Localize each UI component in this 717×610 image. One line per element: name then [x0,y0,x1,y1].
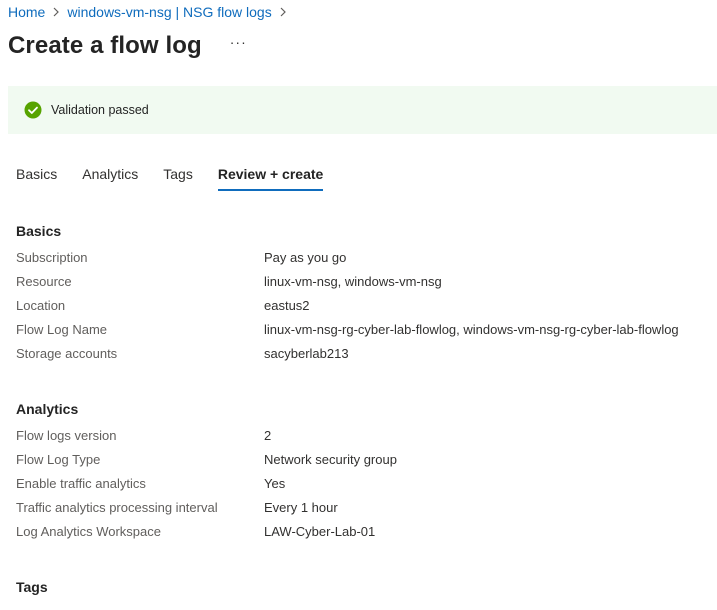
breadcrumb: Home windows-vm-nsg | NSG flow logs [8,3,294,21]
chevron-right-icon [45,3,67,21]
chevron-right-icon [272,3,294,21]
more-options-button[interactable]: ··· [230,35,247,55]
row-label: Flow Log Name [16,322,108,337]
summary-row-resource: Resource linux-vm-nsg, windows-vm-nsg [16,275,679,299]
row-label: Location [16,298,66,313]
check-circle-icon [24,101,42,119]
summary-row-enable-traffic-analytics: Enable traffic analytics Yes [16,477,397,501]
row-label: Log Analytics Workspace [16,524,161,539]
summary-row-flow-logs-version: Flow logs version 2 [16,429,397,453]
tab-analytics[interactable]: Analytics [82,160,138,190]
row-value: eastus2 [264,298,310,313]
section-heading: Basics [16,223,62,239]
row-value: linux-vm-nsg, windows-vm-nsg [264,274,442,289]
tags-section: Tags [16,577,48,597]
tab-review-create[interactable]: Review + create [217,160,324,191]
summary-row-log-analytics-workspace: Log Analytics Workspace LAW-Cyber-Lab-01 [16,525,397,549]
row-value: LAW-Cyber-Lab-01 [264,524,376,539]
wizard-tabs: Basics Analytics Tags Review + create [16,160,348,192]
row-label: Flow logs version [16,428,117,443]
row-value: sacyberlab213 [264,346,349,361]
section-heading: Analytics [16,401,79,417]
row-label: Enable traffic analytics [16,476,146,491]
row-value: 2 [264,428,272,443]
page-header: Create a flow log ··· [8,30,247,62]
analytics-section: Analytics Flow logs version 2 Flow Log T… [16,399,397,549]
tab-tags[interactable]: Tags [163,160,193,190]
row-value: linux-vm-nsg-rg-cyber-lab-flowlog, windo… [264,322,679,337]
row-label: Storage accounts [16,346,118,361]
page-title: Create a flow log [8,32,202,59]
summary-row-storage-accounts: Storage accounts sacyberlab213 [16,347,679,371]
row-label: Traffic analytics processing interval [16,500,218,515]
row-label: Flow Log Type [16,452,101,467]
summary-row-flow-log-name: Flow Log Name linux-vm-nsg-rg-cyber-lab-… [16,323,679,347]
row-value: Yes [264,476,286,491]
basics-section: Basics Subscription Pay as you go Resour… [16,221,679,371]
summary-row-subscription: Subscription Pay as you go [16,251,679,275]
row-value: Pay as you go [264,250,347,265]
breadcrumb-nsg-flow-logs-link[interactable]: windows-vm-nsg | NSG flow logs [67,4,271,20]
row-value: Every 1 hour [264,500,338,515]
row-label: Subscription [16,250,88,265]
tab-basics[interactable]: Basics [16,160,57,190]
row-label: Resource [16,274,72,289]
summary-row-location: Location eastus2 [16,299,679,323]
section-heading: Tags [16,579,48,595]
summary-row-processing-interval: Traffic analytics processing interval Ev… [16,501,397,525]
validation-message: Validation passed [51,103,149,117]
summary-row-flow-log-type: Flow Log Type Network security group [16,453,397,477]
breadcrumb-home-link[interactable]: Home [8,4,45,20]
validation-banner: Validation passed [8,86,717,134]
row-value: Network security group [264,452,397,467]
